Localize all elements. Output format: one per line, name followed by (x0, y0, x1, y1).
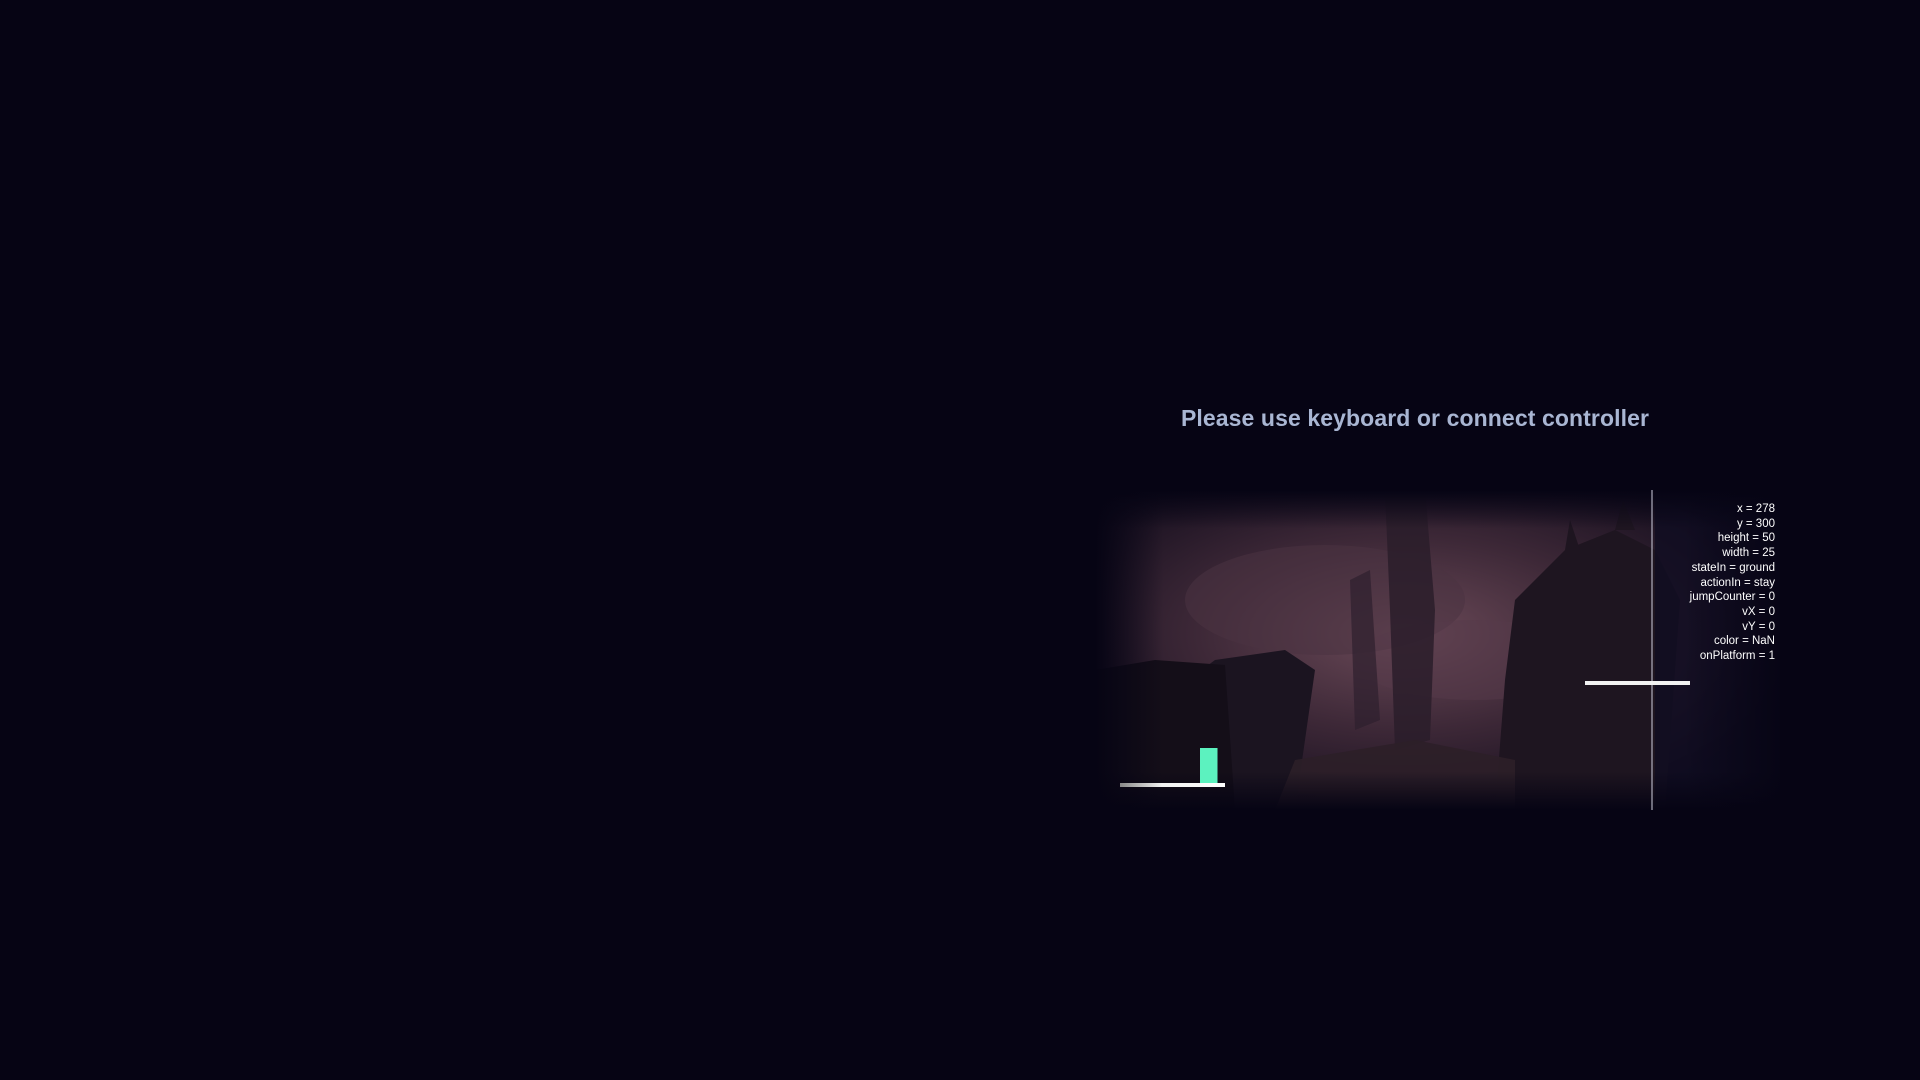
platform (1120, 783, 1225, 787)
game-page: Please use keyboard or connect controlle… (0, 0, 1920, 1080)
debug-panel: x = 278 y = 300 height = 50 width = 25 state… (1600, 502, 1775, 664)
debug-row-x: x = 278 (1736, 503, 1775, 515)
debug-row-stateIn: stateIn = ground (1691, 561, 1775, 574)
debug-row-jumpCounter: jumpCounter = 0 (1689, 591, 1775, 604)
debug-row-onPlatform: onPlatform = 1 (1699, 650, 1775, 663)
debug-row-color: color = NaN (1713, 635, 1775, 648)
platform (1585, 681, 1690, 685)
player-character (1200, 748, 1218, 783)
controller-prompt: Please use keyboard or connect controlle… (1180, 405, 1650, 431)
debug-row-height: height = 50 (1717, 532, 1775, 545)
debug-row-vX: vX = 0 (1742, 605, 1775, 618)
debug-row-vY: vY = 0 (1742, 620, 1775, 633)
debug-row-width: width = 25 (1722, 547, 1775, 560)
debug-row-actionIn: actionIn = stay (1700, 576, 1775, 589)
debug-row-y: y = 300 (1736, 517, 1775, 530)
